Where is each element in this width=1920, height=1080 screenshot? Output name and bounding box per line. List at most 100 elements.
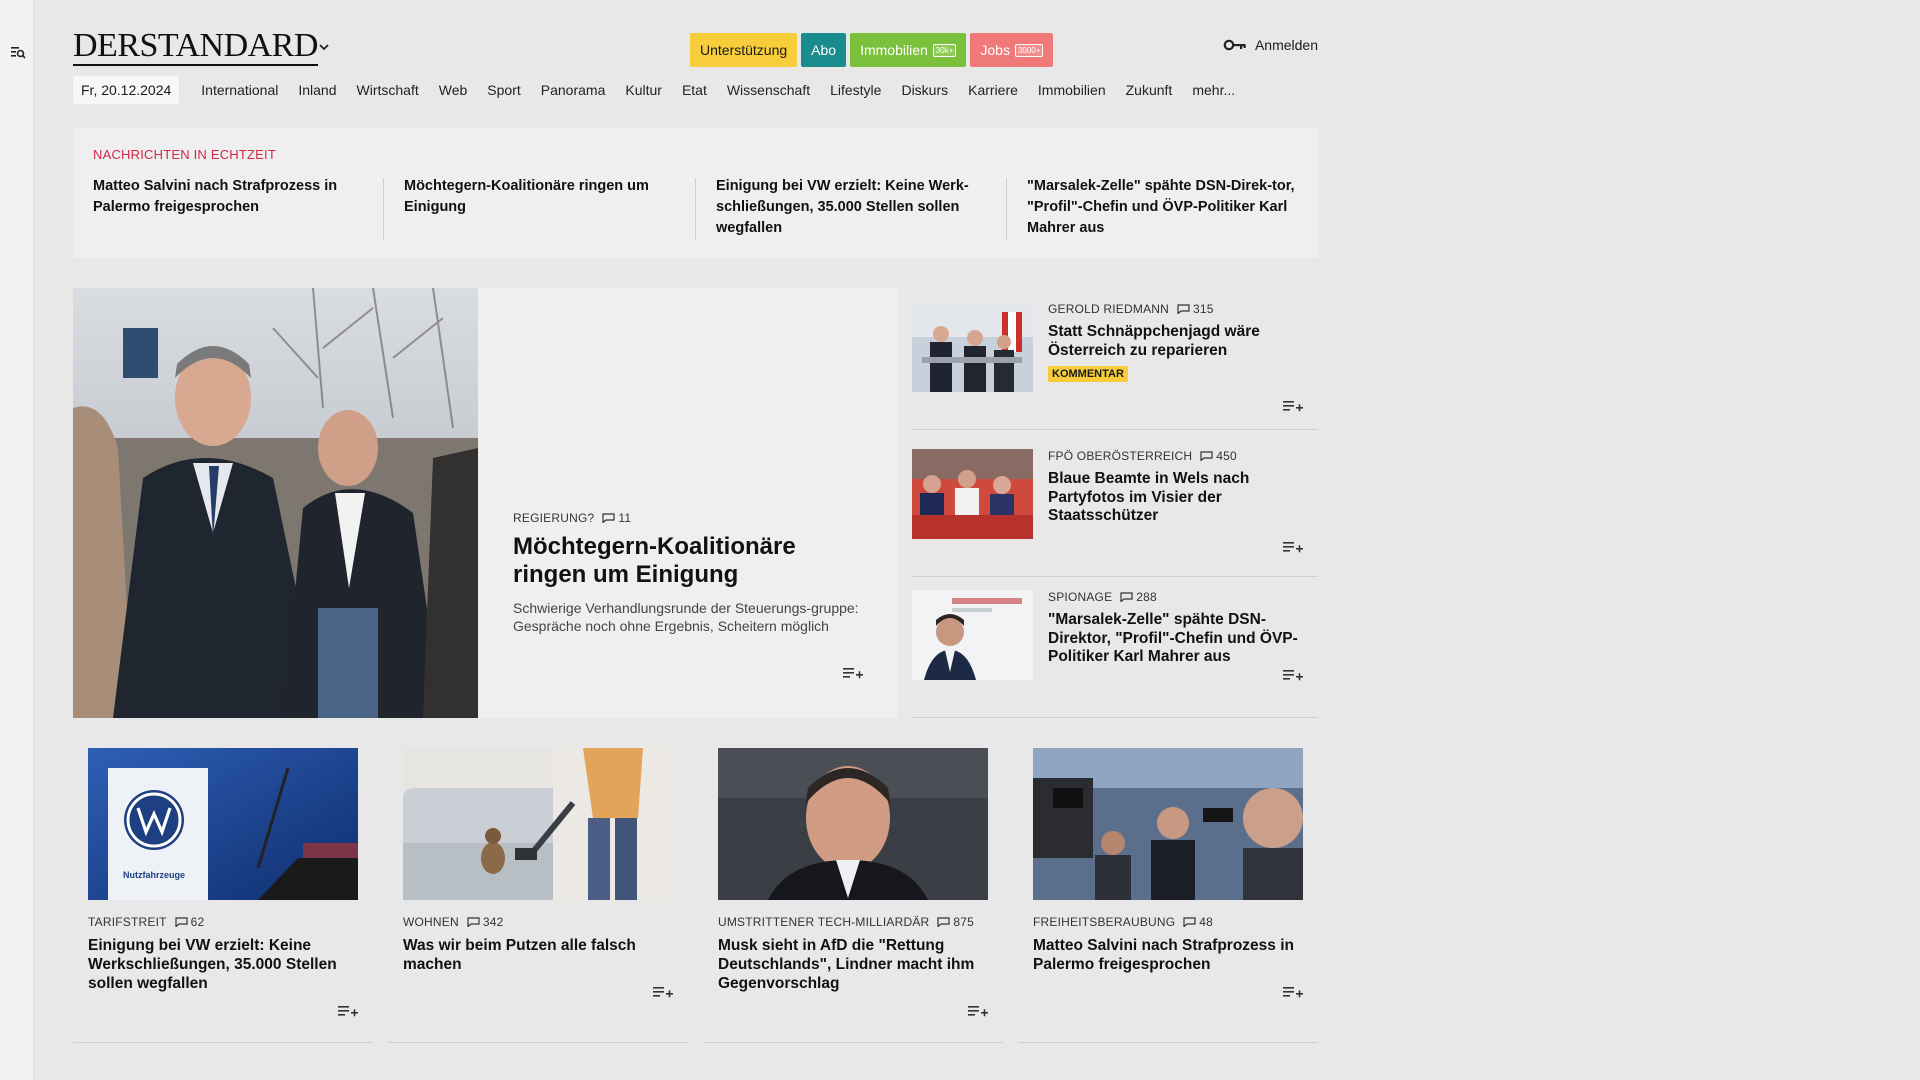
comment-count[interactable]: 11 bbox=[602, 511, 631, 525]
comment-count[interactable]: 48 bbox=[1183, 915, 1213, 929]
lead-article[interactable]: REGIERUNG? 11 Möchtegern-Koalitionäre ri… bbox=[73, 288, 898, 718]
nav-item-panorama[interactable]: Panorama bbox=[531, 76, 616, 104]
nav-item-karriere[interactable]: Karriere bbox=[958, 76, 1028, 104]
nav-item-diskurs[interactable]: Diskurs bbox=[891, 76, 958, 104]
comment-count-value: 315 bbox=[1193, 302, 1214, 316]
grid-article-title[interactable]: Was wir beim Putzen alle falsch machen bbox=[403, 936, 678, 974]
comment-icon bbox=[602, 513, 615, 523]
search-menu-icon[interactable] bbox=[10, 44, 26, 60]
side-article-title[interactable]: Blaue Beamte in Wels nach Partyfotos im … bbox=[1048, 470, 1308, 526]
nutzfahrzeuge-sign: Nutzfahrzeuge bbox=[123, 870, 185, 880]
add-to-list-icon[interactable] bbox=[843, 666, 863, 680]
chevron-down-icon[interactable] bbox=[317, 40, 331, 54]
add-to-list-icon[interactable] bbox=[338, 1004, 358, 1018]
comment-icon bbox=[937, 917, 951, 927]
lead-headline[interactable]: Möchtegern-Koalitionäre ringen um Einigu… bbox=[513, 533, 873, 589]
nav-item-wirtschaft[interactable]: Wirtschaft bbox=[347, 76, 429, 104]
grid-article-card[interactable]: WOHNEN 342 Was wir beim Putzen alle fals… bbox=[388, 733, 688, 1043]
side-article-body: SPIONAGE 288 "Marsalek-Zelle" spähte DSN… bbox=[1048, 590, 1308, 667]
grid-article-title[interactable]: Musk sieht in AfD die "Rettung Deutschla… bbox=[718, 936, 993, 993]
add-to-list-icon[interactable] bbox=[1283, 399, 1303, 413]
comment-count-value: 875 bbox=[953, 915, 975, 929]
grid-article-card[interactable]: Nutzfahrzeuge TARIFSTREIT 62 Einigung be… bbox=[73, 733, 373, 1043]
ticker-item[interactable]: "Marsalek-Zelle" spähte DSN-Direk-tor, "… bbox=[1027, 176, 1302, 239]
side-article-title[interactable]: "Marsalek-Zelle" spähte DSN-Direktor, "P… bbox=[1048, 611, 1308, 667]
key-icon bbox=[1223, 39, 1246, 51]
comment-count-value: 62 bbox=[190, 915, 205, 929]
comment-count[interactable]: 288 bbox=[1120, 590, 1157, 604]
logo[interactable]: DERSTANDARD bbox=[73, 27, 318, 66]
side-kicker: SPIONAGE 288 bbox=[1048, 590, 1308, 604]
grid-kicker: TARIFSTREIT 62 bbox=[88, 915, 363, 929]
nav-item-web[interactable]: Web bbox=[429, 76, 478, 104]
side-kicker-label: SPIONAGE bbox=[1048, 590, 1113, 604]
comment-count[interactable]: 450 bbox=[1200, 449, 1237, 463]
add-to-list-icon[interactable] bbox=[653, 985, 673, 999]
add-to-list-icon[interactable] bbox=[968, 1004, 988, 1018]
grid-article-body: UMSTRITTENER TECH-MILLIARDÄR 875 Musk si… bbox=[718, 915, 993, 993]
ticker-item[interactable]: Matteo Salvini nach Strafprozess in Pale… bbox=[93, 176, 368, 218]
comment-count[interactable]: 62 bbox=[175, 915, 205, 929]
ticker-divider bbox=[383, 178, 384, 240]
add-to-list-icon[interactable] bbox=[1283, 668, 1303, 682]
nav-item-more[interactable]: mehr... bbox=[1182, 76, 1245, 104]
side-kicker: FPÖ OBERÖSTERREICH 450 bbox=[1048, 449, 1308, 463]
comment-icon bbox=[1183, 917, 1196, 927]
comment-count[interactable]: 875 bbox=[937, 915, 974, 929]
grid-article-body: WOHNEN 342 Was wir beim Putzen alle fals… bbox=[403, 915, 678, 974]
login-button[interactable]: Anmelden bbox=[1223, 37, 1318, 53]
lead-article-text: REGIERUNG? 11 Möchtegern-Koalitionäre ri… bbox=[513, 511, 873, 635]
site-header: DERSTANDARD Unterstützung Abo Immobilien… bbox=[73, 27, 1318, 68]
side-article-body: FPÖ OBERÖSTERREICH 450 Blaue Beamte in W… bbox=[1048, 449, 1308, 526]
nav-item-zukunft[interactable]: Zukunft bbox=[1116, 76, 1183, 104]
grid-kicker-label: UMSTRITTENER TECH-MILLIARDÄR bbox=[718, 915, 930, 929]
jobs-button[interactable]: Jobs 3000+ bbox=[970, 33, 1054, 67]
nav-item-etat[interactable]: Etat bbox=[672, 76, 717, 104]
nav-item-immobilien[interactable]: Immobilien bbox=[1028, 76, 1116, 104]
grid-kicker-label: TARIFSTREIT bbox=[88, 915, 167, 929]
comment-count[interactable]: 342 bbox=[467, 915, 504, 929]
nav-item-inland[interactable]: Inland bbox=[288, 76, 346, 104]
nav-item-kultur[interactable]: Kultur bbox=[615, 76, 672, 104]
comment-icon bbox=[1120, 592, 1133, 602]
grid-kicker-label: WOHNEN bbox=[403, 915, 459, 929]
side-article-card[interactable]: SPIONAGE 288 "Marsalek-Zelle" spähte DSN… bbox=[912, 576, 1318, 718]
grid-article-body: FREIHEITSBERAUBUNG 48 Matteo Salvini nac… bbox=[1033, 915, 1308, 974]
ticker-item[interactable]: Einigung bei VW erzielt: Keine Werk-schl… bbox=[716, 176, 991, 239]
immobilien-label: Immobilien bbox=[860, 42, 928, 58]
nav-item-lifestyle[interactable]: Lifestyle bbox=[820, 76, 891, 104]
grid-kicker-label: FREIHEITSBERAUBUNG bbox=[1033, 915, 1176, 929]
nav-item-sport[interactable]: Sport bbox=[477, 76, 530, 104]
nav-item-international[interactable]: International bbox=[191, 76, 288, 104]
comment-count-value: 450 bbox=[1216, 449, 1237, 463]
grid-article-image: Nutzfahrzeuge bbox=[88, 748, 358, 900]
side-article-title[interactable]: Statt Schnäppchenjagd wäre Österreich zu… bbox=[1048, 323, 1308, 360]
grid-article-title[interactable]: Einigung bei VW erzielt: Keine Werkschli… bbox=[88, 936, 363, 993]
add-to-list-icon[interactable] bbox=[1283, 985, 1303, 999]
grid-article-title[interactable]: Matteo Salvini nach Strafprozess in Pale… bbox=[1033, 936, 1308, 974]
side-article-card[interactable]: GEROLD RIEDMANN 315 Statt Schnäppchenjag… bbox=[912, 288, 1318, 430]
grid-kicker: FREIHEITSBERAUBUNG 48 bbox=[1033, 915, 1308, 929]
side-article-card[interactable]: FPÖ OBERÖSTERREICH 450 Blaue Beamte in W… bbox=[912, 435, 1318, 577]
jobs-count-badge: 3000+ bbox=[1014, 43, 1044, 57]
current-date: Fr, 20.12.2024 bbox=[73, 76, 180, 104]
grid-article-card[interactable]: UMSTRITTENER TECH-MILLIARDÄR 875 Musk si… bbox=[703, 733, 1003, 1043]
grid-kicker: WOHNEN 342 bbox=[403, 915, 678, 929]
support-button[interactable]: Unterstützung bbox=[690, 33, 798, 67]
grid-article-card[interactable]: FREIHEITSBERAUBUNG 48 Matteo Salvini nac… bbox=[1018, 733, 1318, 1043]
add-to-list-icon[interactable] bbox=[1283, 540, 1303, 554]
abo-button[interactable]: Abo bbox=[801, 33, 847, 67]
nav-item-wissenschaft[interactable]: Wissenschaft bbox=[717, 76, 820, 104]
comment-count-value: 288 bbox=[1136, 590, 1157, 604]
commentary-badge: KOMMENTAR bbox=[1048, 366, 1128, 382]
side-kicker-label: FPÖ OBERÖSTERREICH bbox=[1048, 449, 1193, 463]
left-rail bbox=[0, 0, 34, 1080]
grid-article-image bbox=[718, 748, 988, 900]
grid-article-image bbox=[403, 748, 673, 900]
grid-article-body: TARIFSTREIT 62 Einigung bei VW erzielt: … bbox=[88, 915, 363, 993]
live-news-ticker: NACHRICHTEN IN ECHTZEIT Matteo Salvini n… bbox=[73, 128, 1318, 258]
ticker-item[interactable]: Möchtegern-Koalitionäre ringen um Einigu… bbox=[404, 176, 679, 218]
immobilien-button[interactable]: Immobilien 30k+ bbox=[850, 33, 967, 67]
comment-count[interactable]: 315 bbox=[1177, 302, 1214, 316]
ticker-divider bbox=[1006, 178, 1007, 240]
